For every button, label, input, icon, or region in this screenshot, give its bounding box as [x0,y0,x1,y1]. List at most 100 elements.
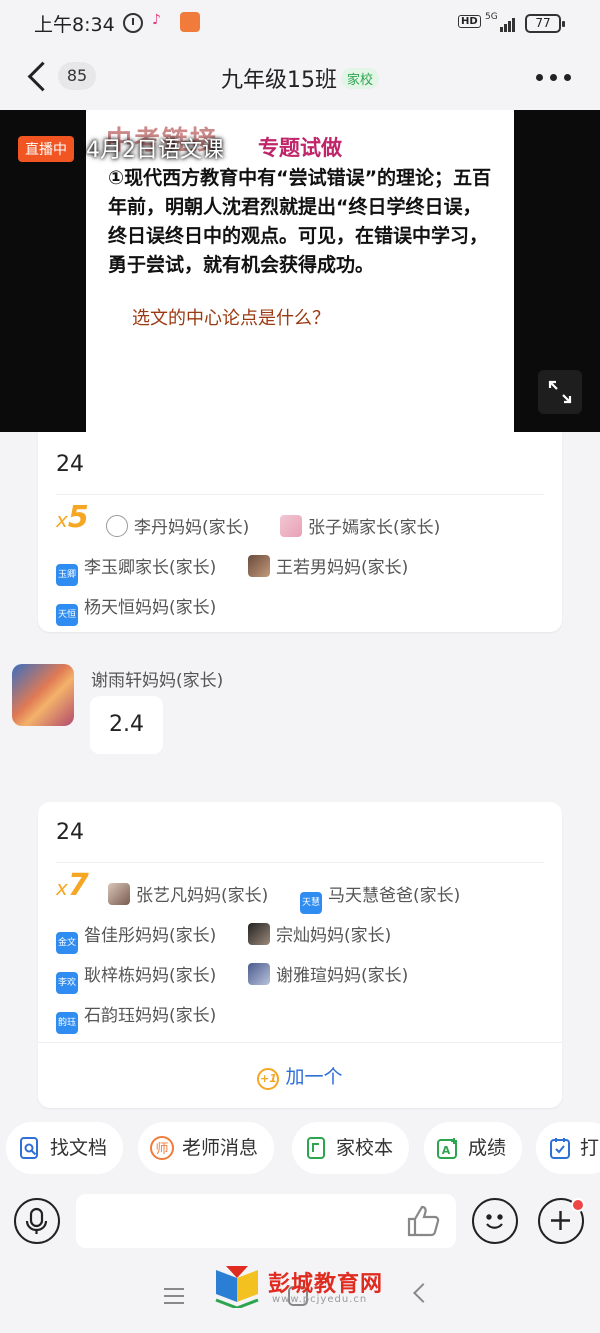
divider [38,1042,562,1043]
chip-grades[interactable]: A 成绩 [424,1122,523,1174]
svg-text:师: 师 [155,1142,168,1157]
app-notification-icon: ♪ [152,12,161,28]
book-logo-icon [215,1266,259,1308]
participant: 金文 昝佳彤妈妈(家长) [56,921,216,954]
avatar: 李欢 [56,972,78,994]
grade-icon: A [437,1138,457,1159]
participant: 玉卿 李玉卿家长(家长) [56,553,216,586]
participant-name: 李丹妈妈(家长) [134,518,250,538]
participant: 天恒 杨天恒妈妈(家长) [56,593,216,626]
slide-question: 选文的中心论点是什么？ [132,308,330,329]
message-bubble[interactable]: 2.4 [90,696,163,754]
participant-name: 杨天恒妈妈(家长) [84,598,217,618]
participant-name: 张艺凡妈妈(家长) [136,886,269,906]
chip-home-school-book[interactable]: 家校本 [292,1122,410,1174]
avatar: 玉卿 [56,564,78,586]
relay-count: x5 [56,500,89,535]
avatar [248,555,270,577]
title-area: 九年级15班 家校 [0,62,600,94]
status-time: 上午8:34 [34,14,115,36]
quick-actions-bar: 找文档 师 老师消息 家校本 A 成绩 打 [0,1122,600,1174]
menu-icon[interactable] [164,1288,184,1304]
chip-check-in[interactable]: 打 [536,1122,600,1174]
watermark: 彭城教育网 www.pcjyedu.cn [212,1262,402,1312]
hd-indicator: HD [458,15,481,28]
message-input[interactable] [76,1194,456,1248]
participant: 李欢 耿梓栋妈妈(家长) [56,961,216,994]
relay-card: 24 x5 李丹妈妈(家长) 张子嫣家长(家长) 玉卿 李玉卿家长(家长) 王若男… [38,432,562,632]
group-type-tag: 家校 [340,67,379,89]
participant: 谢雅瑄妈妈(家长) [248,961,408,986]
message-input-bar [0,1184,600,1262]
slide-topic: 专题试做 [258,136,342,160]
avatar [108,883,130,905]
avatar [248,923,270,945]
status-bar: 上午8:34 ♪ HD 5G 77 [0,0,600,48]
chip-find-document[interactable]: 找文档 [6,1122,124,1174]
microphone-icon [25,1207,48,1234]
live-title: 4月2日语文课 [86,138,224,163]
avatar: 金文 [56,932,78,954]
participant: 张艺凡妈妈(家长) [108,881,268,906]
participant: 张子嫣家长(家长) [280,513,440,538]
avatar: 韵珏 [56,1012,78,1034]
relay-number: 24 [56,452,84,477]
participant-name: 昝佳彤妈妈(家长) [84,926,217,946]
sender-name: 谢雨轩妈妈(家长) [91,671,224,691]
participant: 王若男妈妈(家长) [248,553,408,578]
participant-name: 宗灿妈妈(家长) [276,926,392,946]
more-options-icon[interactable] [536,70,576,86]
add-one-label: 加一个 [285,1066,343,1088]
voice-input-button[interactable] [14,1198,60,1244]
relay-count-number: 5 [67,500,89,535]
participant-name: 石韵珏妈妈(家长) [84,1006,217,1026]
participant-name: 李玉卿家长(家长) [84,558,217,578]
sender-avatar[interactable] [12,664,74,726]
participant-name: 马天慧爸爸(家长) [328,886,461,906]
chat-header: 85 九年级15班 家校 [0,48,600,110]
chip-teacher-messages[interactable]: 师 老师消息 [138,1122,275,1174]
participant: 李丹妈妈(家长) [106,513,249,538]
relay-count-number: 7 [67,868,89,903]
divider [56,494,544,495]
participant-name: 耿梓栋妈妈(家长) [84,966,217,986]
signal-icon [500,16,518,32]
watermark-url: www.pcjyedu.cn [272,1294,368,1305]
teacher-icon: 师 [150,1136,174,1160]
avatar [248,963,270,985]
live-stream-player[interactable]: 中考链接 专题试做 ①现代西方教育中有“尝试错误”的理论；五百年前，明朝人沈君烈… [0,110,600,432]
chip-label: 家校本 [336,1137,394,1159]
participant: 天慧 马天慧爸爸(家长) [300,881,460,914]
relay-count: x7 [56,868,89,903]
fullscreen-icon[interactable] [538,370,582,414]
relay-number: 24 [56,820,84,845]
network-type: 5G [485,12,498,22]
notification-dot [571,1198,585,1212]
add-one-button[interactable]: +1 加一个 [38,1062,562,1090]
relay-card: 24 x7 张艺凡妈妈(家长) 天慧 马天慧爸爸(家长) 金文 昝佳彤妈妈(家长) … [38,802,562,1108]
thumbs-up-icon[interactable] [406,1204,442,1238]
group-title: 九年级15班 [220,68,337,93]
relay-count-prefix: x [56,508,68,532]
chip-label: 打 [580,1137,600,1159]
emoji-button[interactable] [472,1198,518,1244]
relay-count-prefix: x [56,876,68,900]
slide-body-text: ①现代西方教育中有“尝试错误”的理论；五百年前，明朝人沈君烈就提出“终日学终日误… [108,167,492,276]
participant-name: 谢雅瑄妈妈(家长) [276,966,409,986]
nav-back-icon[interactable] [413,1283,433,1303]
plus-one-icon: +1 [257,1068,280,1090]
svg-text:A: A [442,1144,451,1157]
chip-label: 找文档 [50,1137,108,1159]
participant: 宗灿妈妈(家长) [248,921,391,946]
chip-label: 成绩 [468,1137,507,1159]
participant-name: 王若男妈妈(家长) [276,558,409,578]
notebook-icon [307,1137,325,1159]
live-badge: 直播中 [18,136,74,162]
avatar: 天慧 [300,892,322,914]
calendar-check-icon [550,1138,570,1159]
avatar [106,515,128,537]
participant-name: 张子嫣家长(家长) [308,518,441,538]
divider [56,862,544,863]
chip-label: 老师消息 [182,1137,259,1159]
battery-indicator: 77 [525,14,565,33]
